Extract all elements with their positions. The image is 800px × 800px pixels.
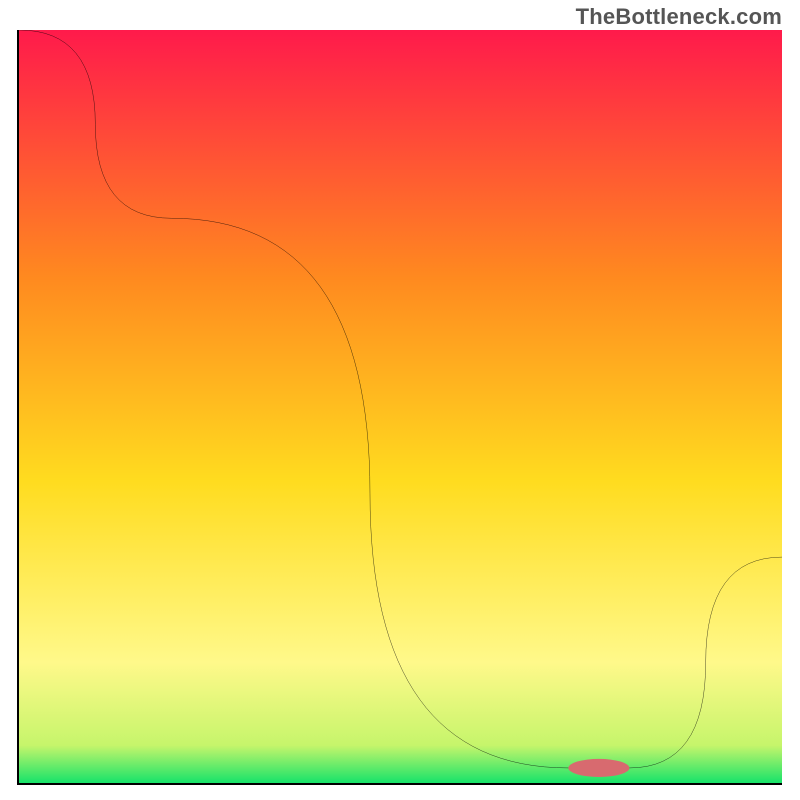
x-axis bbox=[17, 783, 782, 785]
y-axis bbox=[17, 30, 19, 785]
chart-stage: TheBottleneck.com bbox=[0, 0, 800, 800]
optimum-marker bbox=[19, 30, 782, 783]
plot-area bbox=[17, 30, 782, 785]
watermark-text: TheBottleneck.com bbox=[576, 4, 782, 30]
